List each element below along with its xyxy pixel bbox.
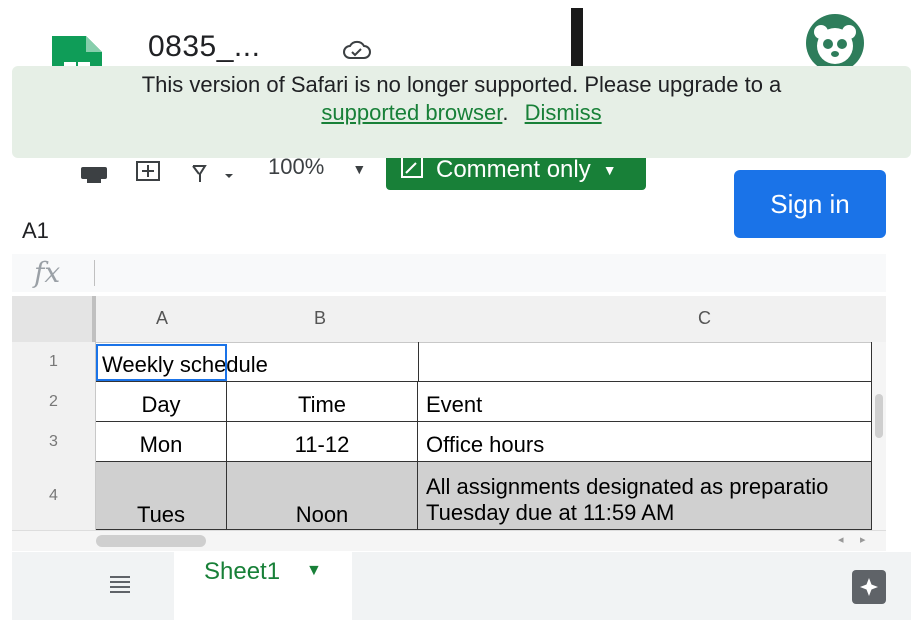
vertical-scroll-thumb[interactable] <box>875 394 883 438</box>
scroll-right-icon[interactable]: ▸ <box>860 533 866 546</box>
banner-message: This version of Safari is no longer supp… <box>141 72 782 97</box>
cell-c4-line1: All assignments designated as preparatio <box>426 474 829 499</box>
cloud-saved-icon <box>342 38 372 62</box>
banner-separator: . <box>502 100 509 125</box>
sheet-tab-caret-icon[interactable]: ▼ <box>306 562 322 580</box>
supported-browser-link[interactable]: supported browser <box>321 100 502 125</box>
row-header-1[interactable]: 1 <box>12 342 96 382</box>
row-header-3[interactable]: 3 <box>12 422 96 462</box>
formula-divider <box>94 260 95 286</box>
column-header-a[interactable]: A <box>156 308 168 329</box>
cell-c3[interactable]: Office hours <box>418 422 872 462</box>
cell-b3[interactable]: 11-12 <box>227 422 418 462</box>
cell-c4[interactable]: All assignments designated as preparatio… <box>418 462 872 530</box>
cell-a4[interactable]: Tues <box>96 462 227 530</box>
name-box[interactable]: A1 <box>22 218 49 244</box>
sign-in-button[interactable]: Sign in <box>734 170 886 238</box>
row-header-4[interactable]: 4 <box>12 462 96 530</box>
cell-b2[interactable]: Time <box>227 382 418 422</box>
column-header-row: A B C <box>12 296 886 343</box>
document-title[interactable]: 0835_... <box>148 30 260 64</box>
cell-b4[interactable]: Noon <box>227 462 418 530</box>
cell-c2[interactable]: Event <box>418 382 872 422</box>
column-header-b[interactable]: B <box>314 308 326 329</box>
horizontal-scrollbar[interactable]: ◂ ▸ <box>12 530 886 551</box>
zoom-caret-icon: ▼ <box>352 161 367 177</box>
dismiss-link[interactable]: Dismiss <box>525 100 602 125</box>
row-header-2[interactable]: 2 <box>12 382 96 422</box>
column-header-c[interactable]: C <box>698 308 711 329</box>
comment-only-label: Comment only <box>436 156 591 183</box>
selected-cell-outline <box>96 344 227 381</box>
edit-icon <box>400 155 424 186</box>
unsupported-browser-banner: This version of Safari is no longer supp… <box>12 66 911 158</box>
account-avatar[interactable] <box>806 14 864 72</box>
comment-caret-icon: ▼ <box>602 162 617 178</box>
all-sheets-menu-icon[interactable] <box>108 568 132 598</box>
spreadsheet-grid[interactable]: A B C 1 2 3 4 Weekly schedule Day Time E… <box>12 296 886 530</box>
cell-c1[interactable] <box>418 342 872 382</box>
vertical-scrollbar[interactable] <box>872 342 886 530</box>
cell-a2[interactable]: Day <box>96 382 227 422</box>
formula-bar[interactable]: fx <box>12 254 886 292</box>
cell-c4-line2: Tuesday due at 11:59 AM <box>426 500 675 525</box>
sheet-tab-sheet1[interactable]: Sheet1 ▼ <box>174 552 352 620</box>
scroll-left-icon[interactable]: ◂ <box>838 533 844 546</box>
sheet-tab-bar: Sheet1 ▼ <box>12 552 911 620</box>
fx-icon: fx <box>34 256 61 289</box>
horizontal-scroll-thumb[interactable] <box>96 535 206 547</box>
select-all-corner[interactable] <box>12 296 96 342</box>
window-divider <box>571 8 583 68</box>
sheet-tab-label: Sheet1 <box>204 558 281 585</box>
explore-icon[interactable] <box>852 570 886 604</box>
cell-a3[interactable]: Mon <box>96 422 227 462</box>
